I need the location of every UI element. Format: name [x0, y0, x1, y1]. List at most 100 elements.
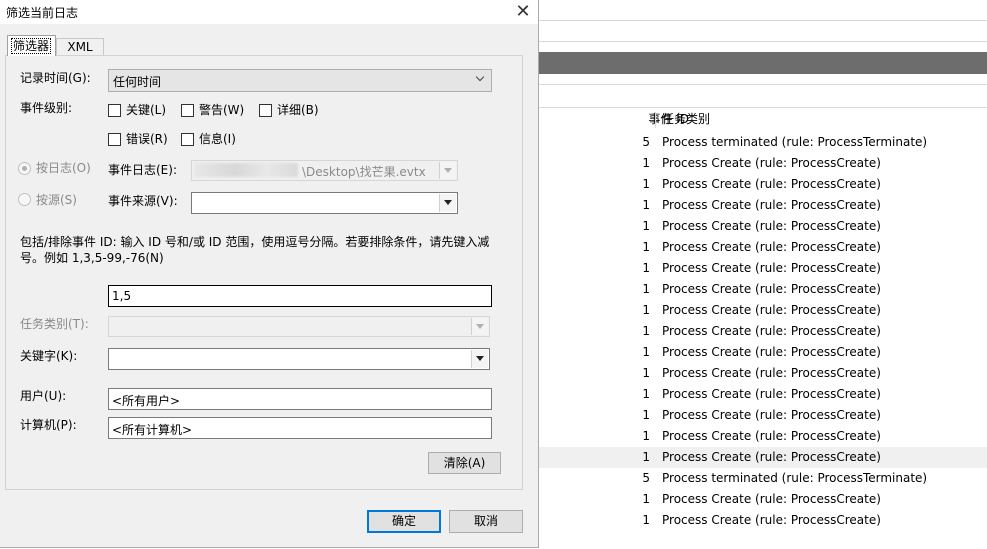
event-row[interactable]: 5 Process terminated (rule: ProcessTermin… — [538, 132, 987, 153]
divider — [538, 84, 987, 85]
task-category-cell: Process Create (rule: ProcessCreate) — [662, 492, 881, 506]
task-category-cell: Process Create (rule: ProcessCreate) — [662, 198, 881, 212]
event-row[interactable]: 1 Process Create (rule: ProcessCreate) — [538, 405, 987, 426]
event-row[interactable]: 1 Process Create (rule: ProcessCreate) — [538, 363, 987, 384]
event-row[interactable]: 1 Process Create (rule: ProcessCreate) — [538, 384, 987, 405]
clear-button[interactable]: 清除(A) — [428, 452, 501, 474]
radio-by-log[interactable] — [18, 162, 31, 175]
task-category-cell: Process Create (rule: ProcessCreate) — [662, 282, 881, 296]
checkbox-critical[interactable] — [108, 104, 121, 117]
checkbox-verbose-label[interactable]: 详细(B) — [277, 102, 319, 118]
computer-input[interactable]: <所有计算机> — [108, 417, 492, 439]
event-row[interactable]: 1 Process Create (rule: ProcessCreate) — [538, 321, 987, 342]
event-id-cell: 1 — [642, 282, 650, 296]
computer-label: 计算机(P): — [20, 418, 77, 432]
ok-button[interactable]: 确定 — [367, 510, 441, 533]
checkbox-critical-label[interactable]: 关键(L) — [126, 102, 166, 118]
chevron-down-icon — [471, 318, 488, 335]
event-row[interactable]: 1 Process Create (rule: ProcessCreate) — [538, 426, 987, 447]
checkbox-warning[interactable] — [181, 104, 194, 117]
event-id-input[interactable]: 1,5 — [108, 285, 492, 307]
chevron-down-icon — [439, 194, 456, 212]
event-row[interactable]: 1 Process Create (rule: ProcessCreate) — [538, 300, 987, 321]
task-category-cell: Process Create (rule: ProcessCreate) — [662, 429, 881, 443]
event-row[interactable]: 5 Process terminated (rule: ProcessTermin… — [538, 468, 987, 489]
task-category-cell: Process Create (rule: ProcessCreate) — [662, 303, 881, 317]
tab-xml[interactable]: XML — [56, 38, 104, 56]
event-id-cell: 5 — [642, 471, 650, 485]
task-category-cell: Process terminated (rule: ProcessTermina… — [662, 135, 928, 149]
event-sources-dropdown[interactable] — [191, 192, 458, 214]
logged-label: 记录时间(G): — [20, 71, 91, 85]
event-list-header: 事件 ID 任务类别 — [538, 109, 987, 130]
event-row[interactable]: 1 Process Create (rule: ProcessCreate) — [538, 153, 987, 174]
user-input[interactable]: <所有用户> — [108, 388, 492, 410]
event-level-label: 事件级别: — [20, 101, 73, 115]
event-id-cell: 1 — [642, 366, 650, 380]
checkbox-verbose[interactable] — [259, 104, 272, 117]
event-id-cell: 1 — [642, 450, 650, 464]
event-id-cell: 1 — [642, 429, 650, 443]
event-row[interactable]: 1 Process Create (rule: ProcessCreate) — [538, 195, 987, 216]
keywords-dropdown[interactable] — [108, 348, 490, 370]
checkbox-error-label[interactable]: 错误(R) — [126, 131, 168, 147]
task-category-cell: Process Create (rule: ProcessCreate) — [662, 513, 881, 527]
task-category-cell: Process Create (rule: ProcessCreate) — [662, 240, 881, 254]
checkbox-information[interactable] — [181, 133, 194, 146]
task-category-cell: Process Create (rule: ProcessCreate) — [662, 450, 881, 464]
event-id-cell: 5 — [642, 135, 650, 149]
event-row[interactable]: 1 Process Create (rule: ProcessCreate) — [538, 489, 987, 510]
divider — [538, 41, 987, 42]
event-row[interactable]: 1 Process Create (rule: ProcessCreate) — [538, 216, 987, 237]
chevron-down-icon — [474, 71, 490, 90]
event-list: 5 Process terminated (rule: ProcessTermin… — [538, 132, 987, 531]
column-separator[interactable] — [655, 112, 656, 128]
event-id-cell: 1 — [642, 177, 650, 191]
event-id-cell: 1 — [642, 408, 650, 422]
radio-by-log-label[interactable]: 按日志(O) — [36, 160, 91, 176]
event-row[interactable]: 1 Process Create (rule: ProcessCreate) — [538, 510, 987, 531]
checkbox-information-label[interactable]: 信息(I) — [199, 131, 236, 147]
event-logs-value: \Desktop\找芒果.evtx — [302, 165, 426, 179]
checkbox-error[interactable] — [108, 133, 121, 146]
task-category-cell: Process Create (rule: ProcessCreate) — [662, 177, 881, 191]
filter-dialog: 筛选当前日志 ✕ 筛选器 XML 记录时间(G): 任何时间 事件级别: 关键(… — [0, 0, 539, 548]
tab-filter[interactable]: 筛选器 — [7, 35, 56, 56]
redacted-path — [194, 163, 298, 177]
radio-by-source[interactable] — [18, 193, 31, 206]
column-header-task-category[interactable]: 任务类别 — [662, 109, 710, 130]
event-row[interactable]: 1 Process Create (rule: ProcessCreate) — [538, 447, 987, 468]
keywords-label: 关键字(K): — [20, 349, 78, 363]
divider — [538, 20, 987, 21]
radio-by-source-label[interactable]: 按源(S) — [36, 192, 77, 208]
checkbox-warning-label[interactable]: 警告(W) — [199, 102, 244, 118]
chevron-down-icon — [471, 350, 488, 368]
chevron-down-icon — [439, 162, 456, 179]
user-label: 用户(U): — [20, 389, 67, 403]
event-id-cell: 1 — [642, 219, 650, 233]
task-category-cell: Process Create (rule: ProcessCreate) — [662, 366, 881, 380]
event-id-cell: 1 — [642, 387, 650, 401]
title-bar[interactable]: 筛选当前日志 ✕ — [0, 0, 538, 24]
event-row[interactable]: 1 Process Create (rule: ProcessCreate) — [538, 237, 987, 258]
event-row[interactable]: 1 Process Create (rule: ProcessCreate) — [538, 279, 987, 300]
event-sources-label: 事件来源(V): — [108, 194, 178, 208]
event-row[interactable]: 1 Process Create (rule: ProcessCreate) — [538, 174, 987, 195]
event-id-cell: 1 — [642, 513, 650, 527]
logged-value: 任何时间 — [113, 75, 162, 89]
logged-dropdown[interactable]: 任何时间 — [108, 69, 492, 92]
task-category-cell: Process Create (rule: ProcessCreate) — [662, 408, 881, 422]
event-id-cell: 1 — [642, 261, 650, 275]
task-category-dropdown[interactable] — [108, 316, 490, 337]
event-row[interactable]: 1 Process Create (rule: ProcessCreate) — [538, 342, 987, 363]
event-id-cell: 1 — [642, 303, 650, 317]
event-row[interactable]: 1 Process Create (rule: ProcessCreate) — [538, 258, 987, 279]
divider — [538, 107, 987, 108]
tab-filter-label: 筛选器 — [11, 38, 52, 54]
close-icon[interactable]: ✕ — [508, 0, 538, 24]
event-id-cell: 1 — [642, 324, 650, 338]
task-category-cell: Process Create (rule: ProcessCreate) — [662, 156, 881, 170]
cancel-button[interactable]: 取消 — [449, 510, 523, 533]
log-header-bar — [538, 52, 987, 74]
task-category-cell: Process Create (rule: ProcessCreate) — [662, 219, 881, 233]
